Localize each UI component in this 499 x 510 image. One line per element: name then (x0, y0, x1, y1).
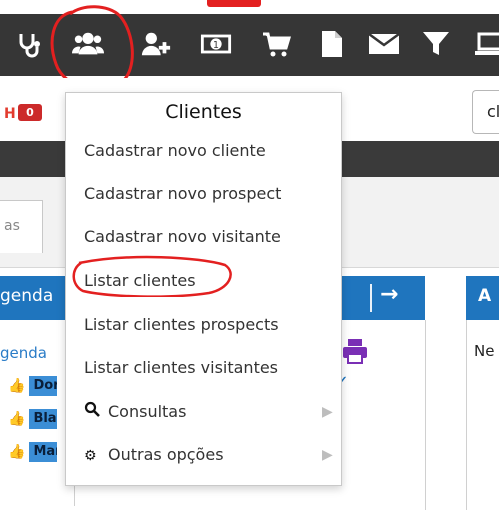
menu-item-cadastrar-visitante[interactable]: Cadastrar novo visitante (84, 224, 281, 250)
header-divider (370, 284, 372, 312)
menu-item-cadastrar-cliente[interactable]: Cadastrar novo cliente (84, 138, 266, 164)
agenda-item-label: Mar (29, 442, 58, 462)
thumbs-up-icon: 👍 (8, 444, 26, 460)
agenda-item-label: Bla (29, 409, 58, 429)
cog-icon: ⚙ (84, 448, 97, 464)
search-input[interactable]: cl (472, 90, 499, 134)
right-panel-title: A (478, 286, 492, 306)
right-panel-text: Ne (474, 342, 495, 360)
file-icon[interactable] (316, 28, 348, 60)
money-badge-value: 0 (26, 106, 34, 119)
menu-item-cadastrar-prospect[interactable]: Cadastrar novo prospect (84, 181, 281, 207)
arrow-right-icon[interactable]: → (380, 282, 398, 307)
menu-item-listar-clientes[interactable]: Listar clientes (84, 268, 196, 294)
money-badge-icon[interactable]: 0 (18, 104, 42, 121)
right-panel: Ne (466, 320, 499, 510)
agenda-link[interactable]: genda (0, 344, 47, 362)
stethoscope-icon[interactable] (14, 28, 46, 60)
search-icon (84, 400, 102, 426)
cart-icon[interactable] (260, 28, 292, 60)
agenda-item-label: Dor (29, 376, 58, 396)
tab-partial-label: as (4, 218, 20, 234)
printer-icon[interactable] (342, 338, 368, 364)
tab-partial[interactable]: as (0, 200, 43, 253)
add-user-icon[interactable] (140, 28, 172, 60)
main-toolbar: 1 (0, 14, 499, 76)
thumbs-up-icon: 👍 (8, 378, 26, 394)
mail-icon[interactable] (368, 28, 400, 60)
list-item[interactable]: 👍 Mar (8, 442, 58, 462)
agenda-panel-header: genda (0, 276, 74, 320)
menu-item-outras-opcoes[interactable]: ⚙ Outras opções ▶ (84, 442, 334, 468)
menu-title: Clientes (165, 101, 242, 123)
users-icon[interactable] (72, 28, 104, 60)
right-panel-header: A (466, 276, 499, 320)
menu-item-listar-visitantes[interactable]: Listar clientes visitantes (84, 355, 278, 381)
annotation-red-mark (207, 0, 261, 7)
list-item[interactable]: 👍 Bla (8, 409, 58, 429)
clientes-dropdown-menu: Clientes Cadastrar novo cliente Cadastra… (65, 92, 342, 486)
list-item[interactable]: 👍 Dor (8, 376, 58, 396)
search-input-value: cl (487, 102, 499, 121)
menu-item-consultas-label: Consultas (108, 402, 187, 421)
brand-fragment: H (4, 106, 16, 122)
agenda-panel-title: genda (0, 286, 54, 306)
chevron-right-icon: ▶ (322, 404, 333, 420)
money-icon[interactable]: 1 (200, 28, 232, 60)
filter-icon[interactable] (420, 28, 452, 60)
laptop-icon[interactable] (474, 28, 499, 60)
thumbs-up-icon: 👍 (8, 411, 26, 427)
menu-item-consultas[interactable]: Consultas ▶ (84, 399, 334, 425)
svg-text:1: 1 (213, 40, 219, 51)
menu-item-listar-prospects[interactable]: Listar clientes prospects (84, 312, 279, 338)
menu-item-outras-label: Outras opções (108, 445, 224, 464)
chevron-right-icon: ▶ (322, 447, 333, 463)
